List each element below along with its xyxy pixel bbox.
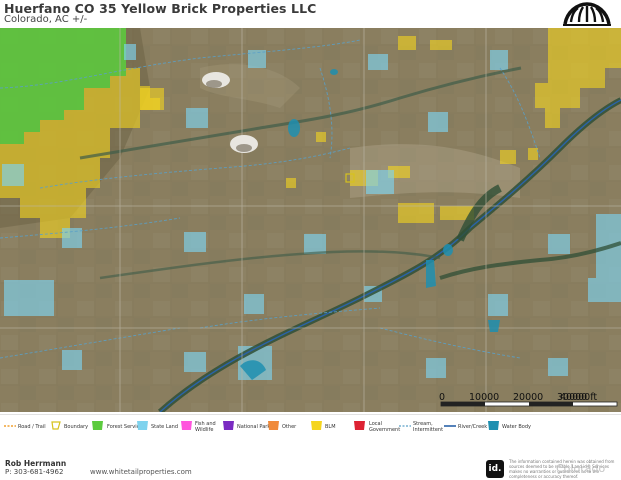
state-land-icon [137,421,148,430]
map-legend: Road / Trail Boundary Forest Servic Stat… [0,414,621,441]
boundary-icon [51,421,61,430]
agent-name: Rob Herrmann [5,459,67,468]
scale-tick-label: 20000 [513,392,544,403]
blm-icon [311,421,322,430]
map-canvas[interactable] [0,28,621,412]
satellite-map[interactable]: 0 10000 20000 30000 40000ft [0,28,621,412]
legend-label: Forest Servic [107,424,140,430]
blm-parcel[interactable] [316,132,326,142]
blm-parcel[interactable] [528,148,538,160]
whitetail-antlers-logo-icon[interactable] [561,0,613,28]
blm-parcel[interactable] [140,88,164,110]
agent-phone[interactable]: P: 303-681-4962 [5,468,63,476]
legend-label: River/Creek [458,424,488,430]
fish-wildlife-icon [181,421,192,430]
legend-label: Boundary [64,424,89,430]
colorado-watermark: Colorado [556,462,606,475]
road-trail-icon [4,425,16,427]
legend-label: State Land [151,424,179,430]
blm-parcel[interactable] [430,40,452,50]
national-park-icon [223,421,234,430]
legend-label: Other [282,424,297,430]
legend-label: Water Body [502,424,531,430]
scale-tick-label: 40000ft [560,392,598,403]
scale-labels-end: 40000ft [560,392,621,412]
other-land-icon [268,421,279,430]
footer: Rob Herrmann P: 303-681-4962 www.whiteta… [0,440,621,480]
blm-parcel[interactable] [286,178,296,188]
map-subtitle: Colorado, AC +/- [4,14,88,25]
legend-label: National Park [237,424,271,430]
land-id-logo-icon[interactable]: id. [486,460,504,478]
river-creek-icon [444,425,456,427]
legend-label: Local Government [369,421,401,433]
scale-tick-label: 0 [439,392,446,403]
legend-label: BLM [325,424,336,430]
local-government-icon [354,421,365,430]
blm-parcel[interactable] [398,36,416,50]
stream-intermittent-icon [399,425,411,427]
water-body-icon [488,421,499,430]
legend-label: Road / Trail [18,424,46,430]
website-link[interactable]: www.whitetailproperties.com [90,468,192,476]
legend-label: Stream, Intermittent [413,421,444,433]
header: Huerfano CO 35 Yellow Brick Properties L… [0,0,621,28]
scale-tick-label: 10000 [469,392,500,403]
legend-label: Fish and Wildlife [195,421,216,433]
blm-parcel[interactable] [500,150,516,164]
forest-service-icon [92,421,103,430]
